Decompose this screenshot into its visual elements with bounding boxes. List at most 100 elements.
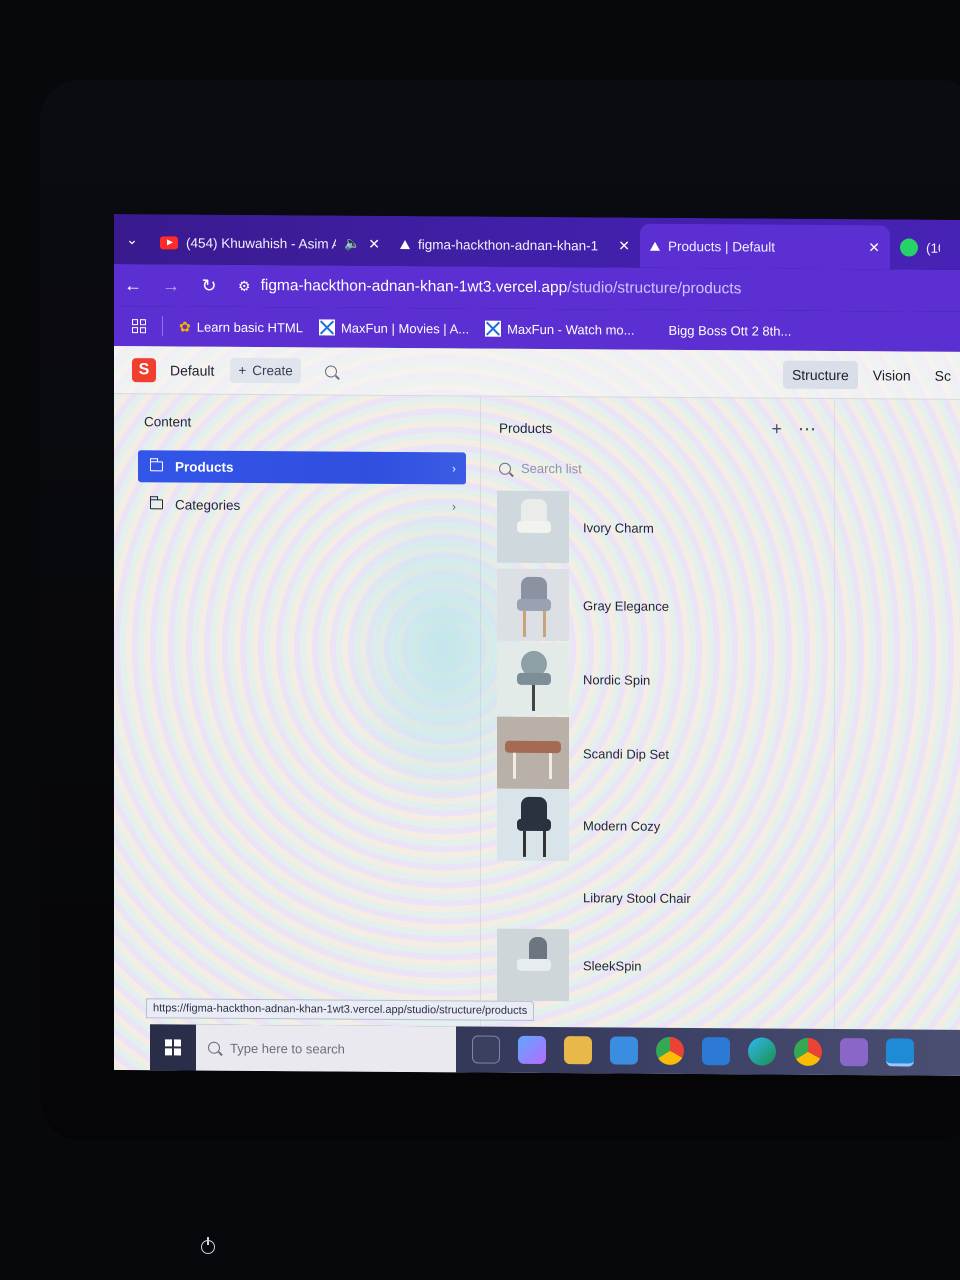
products-pane: Products + ⋯ Search list Ivory Charm Gra…: [480, 396, 830, 1059]
vercel-icon: [400, 239, 410, 249]
taskbar-search-placeholder: Type here to search: [230, 1040, 345, 1057]
back-icon[interactable]: ←: [114, 275, 152, 296]
chair-leg: [543, 610, 546, 638]
tab-vision[interactable]: Vision: [864, 361, 920, 389]
tab-structure[interactable]: Structure: [782, 360, 858, 390]
power-icon[interactable]: [201, 1237, 215, 1254]
list-item[interactable]: SleekSpin: [497, 928, 642, 1002]
list-item[interactable]: Ivory Charm: [497, 490, 654, 564]
product-thumbnail: [497, 788, 569, 862]
close-icon[interactable]: ✕: [368, 235, 380, 252]
search-icon: [208, 1041, 220, 1054]
vercel-icon: [650, 241, 660, 251]
tab-whatsapp[interactable]: (10: [890, 227, 950, 267]
windows-start-button[interactable]: [150, 1039, 196, 1056]
list-item[interactable]: Gray Elegance: [497, 568, 669, 642]
plus-icon[interactable]: +: [771, 419, 782, 440]
bookmark-bigg-boss[interactable]: Bigg Boss Ott 2 8th...: [668, 322, 791, 338]
windows-taskbar: Type here to search: [150, 1024, 960, 1076]
forward-icon[interactable]: →: [152, 275, 190, 296]
chrome-icon[interactable]: [794, 1037, 822, 1066]
chevron-right-icon: ›: [452, 499, 456, 514]
edge-icon[interactable]: [748, 1037, 776, 1066]
bookmark-learn-html[interactable]: ✿ Learn basic HTML: [179, 318, 303, 336]
tab-products-default[interactable]: Products | Default ✕: [640, 223, 890, 270]
list-item-label: Categories: [175, 496, 241, 513]
bookmark-maxfun-movies[interactable]: MaxFun | Movies | A...: [318, 319, 469, 336]
workspace-name[interactable]: Default: [170, 362, 214, 378]
bookmark-maxfun-watch[interactable]: MaxFun - Watch mo...: [485, 320, 634, 338]
product-name: SleekSpin: [583, 957, 642, 974]
tab-title: figma-hackthon-adnan-khan-1: [418, 236, 599, 253]
list-item-products[interactable]: Products ›: [138, 450, 466, 485]
speaker-icon[interactable]: 🔈: [344, 236, 360, 252]
tab-title: (454) Khuwahish - Asim Az: [186, 235, 337, 252]
file-explorer-icon[interactable]: [564, 1036, 592, 1065]
pane-actions: + ⋯: [771, 419, 816, 440]
search-icon: [499, 462, 511, 475]
task-view-icon[interactable]: [472, 1035, 500, 1064]
tab-figma-hackthon[interactable]: figma-hackthon-adnan-khan-1 ✕: [390, 224, 640, 266]
whatsapp-icon: [900, 238, 918, 257]
youtube-icon: [160, 235, 178, 249]
vscode-icon[interactable]: [886, 1038, 914, 1067]
leaf-icon: ✿: [179, 317, 191, 335]
chevron-down-icon: ⌄: [126, 230, 138, 247]
product-name: Nordic Spin: [583, 671, 651, 688]
url-path: /studio/structure/products: [567, 279, 742, 298]
chair-seat: [517, 818, 551, 832]
url-host: figma-hackthon-adnan-khan-1wt3.vercel.ap…: [260, 277, 568, 297]
search-placeholder: Search list: [521, 460, 582, 477]
product-thumbnail: [497, 861, 569, 934]
address-bar: ← → ↻ ⚙ figma-hackthon-adnan-khan-1wt3.v…: [114, 264, 960, 312]
copilot-icon[interactable]: [518, 1035, 546, 1065]
tab-search-dropdown[interactable]: ⌄: [114, 214, 150, 264]
close-icon[interactable]: ✕: [618, 237, 630, 254]
store-icon[interactable]: [610, 1036, 638, 1065]
list-item[interactable]: Scandi Dip Set: [497, 716, 669, 790]
list-item-categories[interactable]: Categories ›: [138, 488, 466, 522]
product-name: Gray Elegance: [583, 597, 669, 614]
visual-studio-icon[interactable]: [840, 1038, 868, 1067]
windows-icon: [165, 1039, 181, 1056]
list-item[interactable]: Modern Cozy: [497, 788, 661, 862]
create-button[interactable]: + Create: [230, 357, 301, 384]
pane-title: Content: [144, 414, 192, 430]
chair-seat: [517, 520, 551, 534]
list-item[interactable]: Library Stool Chair: [497, 861, 691, 934]
table-leg: [549, 753, 552, 780]
taskbar-search[interactable]: Type here to search: [196, 1024, 456, 1073]
folder-icon: [150, 499, 163, 510]
maxfun-icon: [318, 319, 335, 336]
tab-youtube[interactable]: (454) Khuwahish - Asim Az 🔈 ✕: [150, 222, 390, 264]
url-field[interactable]: ⚙ figma-hackthon-adnan-khan-1wt3.vercel.…: [238, 277, 741, 299]
list-item-label: Products: [175, 458, 234, 475]
chair-leg: [532, 684, 535, 711]
bookmark-separator: [162, 316, 163, 337]
product-name: Library Stool Chair: [583, 889, 691, 906]
list-item[interactable]: Nordic Spin: [497, 642, 651, 716]
product-name: Ivory Charm: [583, 519, 654, 536]
chair-leg: [523, 610, 526, 637]
search-list-input[interactable]: Search list: [499, 460, 582, 477]
bookmark-label: Learn basic HTML: [196, 319, 303, 335]
search-icon[interactable]: [324, 364, 337, 378]
more-options-icon[interactable]: ⋯: [798, 419, 816, 440]
reload-icon[interactable]: ↻: [190, 275, 228, 296]
sanity-logo-icon[interactable]: S: [132, 357, 156, 382]
content-pane: Content Products › Categories ›: [132, 394, 472, 1056]
close-icon[interactable]: ✕: [868, 239, 880, 256]
product-name: Modern Cozy: [583, 817, 661, 834]
tab-title: Products | Default: [668, 238, 776, 255]
apps-icon[interactable]: [132, 319, 146, 334]
tab-strip: ⌄ (454) Khuwahish - Asim Az 🔈 ✕ figma-ha…: [114, 214, 960, 270]
tab-schedules[interactable]: Sc: [926, 362, 960, 390]
pane-divider: [834, 399, 835, 1060]
chair-leg: [523, 830, 526, 857]
site-info-icon[interactable]: ⚙: [238, 277, 251, 294]
outlook-icon[interactable]: [702, 1037, 730, 1066]
table-top: [505, 740, 561, 754]
chrome-icon[interactable]: [656, 1036, 684, 1065]
chair-seat: [517, 598, 551, 612]
chevron-right-icon: ›: [452, 461, 456, 476]
